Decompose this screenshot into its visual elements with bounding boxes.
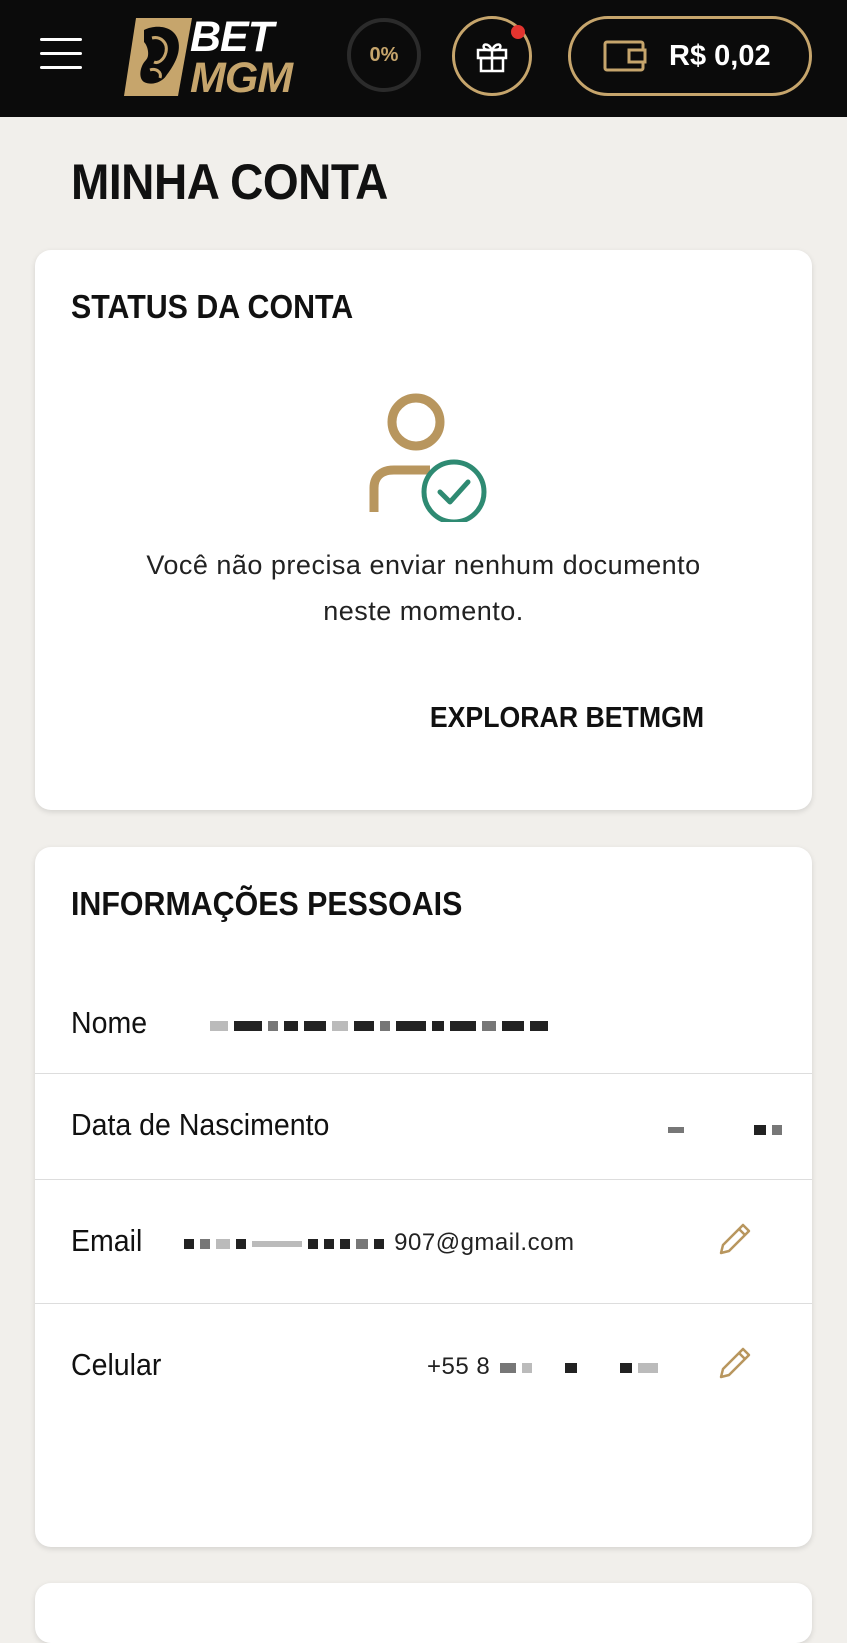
info-value-birthdate-redacted	[665, 1115, 785, 1143]
info-label-email: Email	[71, 1223, 143, 1258]
logo-bet-text: BET	[190, 13, 274, 61]
explore-betmgm-link[interactable]: EXPLORAR BETMGM	[430, 702, 704, 735]
balance-button[interactable]: R$ 0,02	[568, 16, 812, 96]
edit-phone-pencil-icon[interactable]	[715, 1343, 755, 1383]
info-value-phone: +55 8	[427, 1353, 661, 1381]
edit-email-pencil-icon[interactable]	[715, 1219, 755, 1259]
lion-logo-icon	[124, 18, 192, 96]
info-label-name: Nome	[71, 1005, 148, 1040]
info-value-email: 907@gmail.com	[181, 1229, 574, 1257]
wallet-icon	[603, 40, 647, 72]
info-label-birthdate: Data de Nascimento	[71, 1107, 330, 1142]
personal-info-title: INFORMAÇÕES PESSOAIS	[71, 885, 463, 922]
gift-icon	[476, 43, 508, 73]
user-check-icon	[369, 393, 487, 522]
info-row-birthdate: Data de Nascimento	[35, 1073, 812, 1180]
personal-info-card: INFORMAÇÕES PESSOAIS Nome Data de Nascim…	[35, 847, 812, 1547]
hamburger-icon[interactable]	[40, 38, 82, 74]
info-label-phone: Celular	[71, 1347, 162, 1382]
top-bar: BET MGM 0% R$ 0,02	[0, 0, 847, 117]
progress-indicator[interactable]: 0%	[347, 18, 421, 92]
gift-button[interactable]	[452, 16, 532, 96]
page-title: MINHA CONTA	[71, 154, 388, 210]
account-status-title: STATUS DA CONTA	[71, 288, 354, 325]
betmgm-logo[interactable]: BET MGM	[122, 13, 298, 102]
progress-value: 0%	[369, 43, 399, 66]
info-value-name-redacted	[207, 1011, 551, 1039]
next-card-partial	[35, 1583, 812, 1643]
notification-dot	[511, 25, 525, 39]
account-status-card: STATUS DA CONTA Você não precisa enviar …	[35, 250, 812, 810]
info-row-name: Nome	[35, 967, 812, 1074]
balance-amount: R$ 0,02	[669, 39, 771, 72]
status-message: Você não precisa enviar nenhum documento…	[146, 550, 701, 626]
info-row-phone: Celular +55 8	[35, 1303, 812, 1427]
info-row-email: Email 907@gmail.com	[35, 1179, 812, 1304]
logo-mgm-text: MGM	[190, 54, 293, 102]
